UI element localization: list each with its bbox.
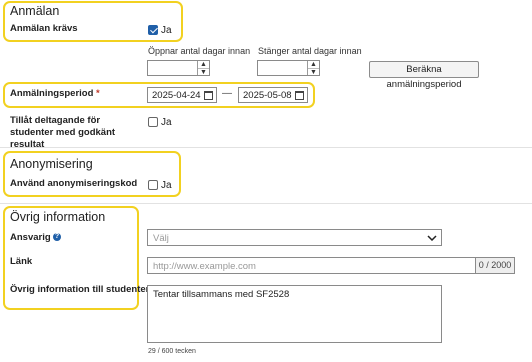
registration-required-label: Anmälan krävs xyxy=(10,23,78,34)
opens-days-label: Öppnar antal dagar innan xyxy=(148,46,251,56)
link-label: Länk xyxy=(10,256,33,267)
stepper-down-icon[interactable]: ▼ xyxy=(198,68,209,76)
help-icon[interactable]: ? xyxy=(53,233,61,241)
link-placeholder: http://www.example.com xyxy=(153,261,256,272)
closes-days-stepper[interactable]: ▲ ▼ xyxy=(307,61,319,76)
use-anonymization-option: Ja xyxy=(161,180,172,191)
section-title-other-info: Övrig information xyxy=(10,210,106,224)
student-info-text: Tentar tillsammans med SF2528 xyxy=(153,289,290,300)
registration-required-option: Ja xyxy=(161,25,172,36)
section-divider xyxy=(0,203,532,204)
closes-days-label: Stänger antal dagar innan xyxy=(258,46,362,56)
responsible-placeholder: Välj xyxy=(153,233,169,244)
link-counter: 0 / 2000 xyxy=(476,257,515,274)
calculate-period-button[interactable]: Beräkna anmälningsperiod xyxy=(369,61,479,90)
responsible-label: Ansvarig xyxy=(10,232,51,243)
required-asterisk: * xyxy=(96,88,100,99)
use-anonymization-checkbox[interactable] xyxy=(148,180,158,190)
stepper-down-icon[interactable]: ▼ xyxy=(308,68,319,76)
stepper-up-icon[interactable]: ▲ xyxy=(198,61,209,68)
section-title-registration: Anmälan xyxy=(10,4,60,18)
allow-passed-label: Tillåt deltagande för studenter med godk… xyxy=(10,115,116,150)
allow-passed-checkbox[interactable] xyxy=(148,117,158,127)
period-start-input[interactable]: 2025-04-24 xyxy=(147,87,217,103)
calendar-icon[interactable] xyxy=(204,91,213,100)
allow-passed-option: Ja xyxy=(161,117,172,128)
registration-period-label: Anmälningsperiod * xyxy=(10,88,100,99)
student-info-counter: 29 / 600 tecken xyxy=(148,348,196,355)
responsible-select[interactable]: Välj xyxy=(147,229,442,246)
section-divider xyxy=(0,147,532,148)
stepper-up-icon[interactable]: ▲ xyxy=(308,61,319,68)
closes-days-input[interactable]: ▲ ▼ xyxy=(257,60,320,76)
section-title-anonymization: Anonymisering xyxy=(10,157,93,171)
period-end-input[interactable]: 2025-05-08 xyxy=(238,87,308,103)
student-info-label: Övrig information till studenten xyxy=(10,284,152,295)
chevron-down-icon xyxy=(427,235,437,241)
calendar-icon[interactable] xyxy=(295,91,304,100)
opens-days-stepper[interactable]: ▲ ▼ xyxy=(197,61,209,76)
use-anonymization-label: Använd anonymiseringskod xyxy=(10,178,138,189)
link-input[interactable]: http://www.example.com xyxy=(147,257,476,274)
registration-required-checkbox[interactable] xyxy=(148,25,158,35)
period-separator: — xyxy=(222,88,232,99)
opens-days-input[interactable]: ▲ ▼ xyxy=(147,60,210,76)
student-info-textarea[interactable]: Tentar tillsammans med SF2528 xyxy=(147,285,442,343)
